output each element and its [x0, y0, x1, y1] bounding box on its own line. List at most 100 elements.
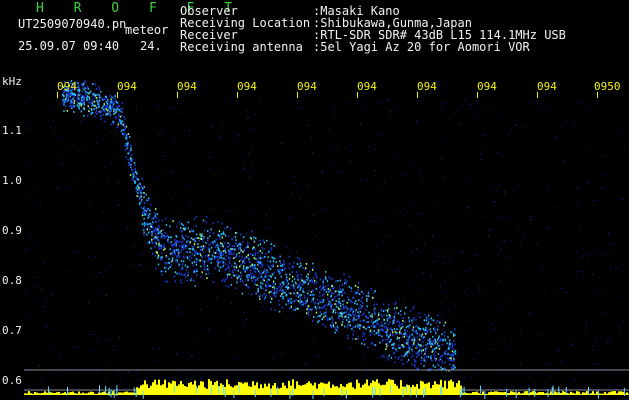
noise-speck	[352, 148, 353, 150]
noise-speck	[228, 317, 229, 319]
noise-speck	[69, 241, 71, 243]
echo-speck	[390, 356, 393, 359]
echo-speck	[146, 233, 148, 236]
echo-speck	[191, 228, 193, 231]
noise-speck	[478, 352, 480, 354]
noise-speck	[452, 122, 453, 124]
echo-speck	[130, 144, 132, 147]
echo-speck	[131, 178, 133, 181]
echo-speck	[330, 324, 332, 327]
echo-speck	[171, 253, 174, 256]
echo-speck	[212, 222, 214, 225]
echo-speck	[298, 266, 301, 268]
noise-speck	[209, 152, 211, 154]
echo-speck	[192, 264, 194, 267]
noise-speck	[422, 271, 424, 273]
noise-band-bar	[194, 380, 196, 395]
noise-speck	[142, 165, 144, 167]
echo-speck	[182, 245, 185, 248]
echo-speck	[378, 312, 380, 315]
echo-speck	[359, 307, 362, 310]
noise-band-bar	[492, 392, 494, 395]
echo-speck	[189, 241, 191, 243]
noise-speck	[28, 291, 30, 293]
echo-speck	[452, 367, 454, 370]
echo-speck	[282, 283, 285, 286]
echo-speck	[170, 264, 172, 266]
noise-speck	[24, 101, 26, 103]
noise-speck	[251, 308, 253, 310]
noise-speck	[308, 286, 310, 288]
echo-speck	[371, 296, 374, 299]
y-tick-label: 0.9	[2, 224, 22, 237]
echo-speck	[255, 292, 257, 295]
noise-speck	[433, 261, 435, 263]
echo-speck	[348, 312, 350, 315]
echo-speck	[340, 308, 342, 311]
echo-speck	[246, 276, 249, 279]
echo-speck	[301, 279, 303, 282]
noise-speck	[89, 273, 91, 275]
noise-band-bar	[158, 379, 160, 395]
echo-speck	[371, 315, 373, 318]
noise-band-bar	[480, 393, 482, 395]
echo-speck	[333, 325, 335, 328]
noise-speck	[476, 240, 478, 242]
noise-band-spike	[441, 386, 443, 395]
noise-speck	[291, 292, 293, 294]
noise-band-bar	[396, 385, 398, 395]
noise-speck	[129, 227, 131, 229]
echo-speck	[180, 268, 183, 271]
echo-speck	[385, 339, 387, 341]
noise-speck	[443, 262, 445, 264]
noise-speck	[536, 242, 537, 244]
noise-speck	[487, 377, 489, 379]
noise-speck	[53, 385, 55, 387]
noise-speck	[249, 172, 251, 174]
echo-speck	[313, 282, 316, 285]
noise-band-bar	[472, 392, 474, 395]
echo-speck	[217, 263, 219, 266]
echo-speck	[446, 357, 448, 360]
noise-speck	[565, 132, 567, 134]
echo-speck	[140, 206, 142, 209]
echo-speck	[284, 291, 286, 294]
noise-speck	[520, 362, 522, 364]
echo-speck	[357, 338, 359, 341]
noise-speck	[311, 152, 313, 154]
echo-speck	[237, 269, 239, 272]
echo-speck	[228, 251, 230, 253]
echo-speck	[87, 114, 89, 117]
echo-speck	[189, 251, 191, 254]
noise-speck	[104, 329, 106, 331]
echo-speck	[100, 115, 102, 117]
noise-speck	[514, 124, 516, 126]
echo-speck	[295, 299, 297, 301]
noise-speck	[107, 308, 109, 310]
noise-speck	[212, 125, 214, 127]
noise-speck	[597, 325, 599, 327]
echo-speck	[217, 244, 220, 247]
echo-speck	[186, 266, 189, 268]
noise-band-bar	[94, 393, 96, 395]
echo-speck	[419, 316, 421, 318]
noise-speck	[527, 252, 529, 253]
echo-speck	[386, 334, 388, 337]
echo-speck	[353, 302, 356, 305]
echo-speck	[299, 296, 302, 299]
noise-band-bar	[482, 391, 484, 395]
echo-speck	[302, 267, 304, 269]
echo-speck	[265, 273, 267, 276]
echo-speck	[373, 330, 375, 332]
noise-speck	[257, 173, 259, 175]
noise-speck	[444, 307, 446, 309]
noise-speck	[207, 168, 209, 169]
echo-speck	[247, 244, 249, 247]
echo-speck	[190, 256, 193, 259]
echo-speck	[273, 271, 276, 274]
echo-speck	[149, 213, 151, 215]
noise-speck	[324, 297, 326, 299]
noise-speck	[592, 345, 594, 347]
echo-speck	[83, 97, 86, 99]
noise-speck	[180, 219, 181, 221]
